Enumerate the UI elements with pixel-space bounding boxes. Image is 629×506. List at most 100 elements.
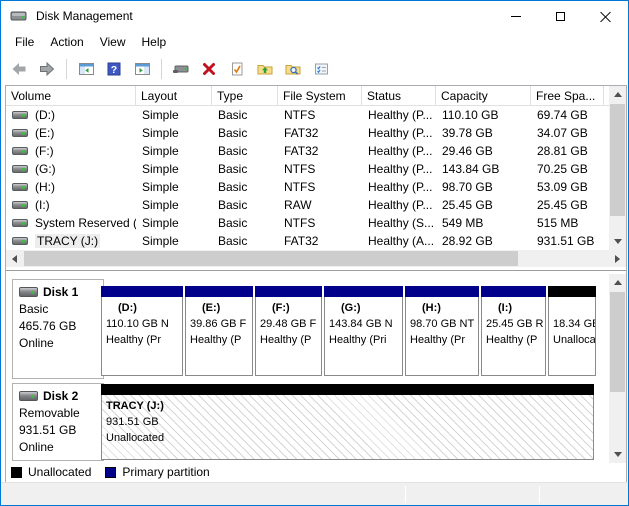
show-console-tree-button[interactable] (74, 57, 98, 81)
mark-partition-active-button[interactable] (225, 57, 249, 81)
partition-status: Healthy (P (190, 332, 252, 348)
scroll-right-arrow[interactable] (609, 250, 626, 267)
disk-type: Basic (19, 301, 99, 318)
partition-blocks: TRACY (J:)931.51 GBUnallocated (101, 383, 594, 461)
minimize-button[interactable] (493, 1, 538, 31)
disk-icon (19, 287, 38, 297)
scroll-down-arrow[interactable] (609, 446, 626, 463)
table-row[interactable]: (I:)SimpleBasicRAWHealthy (P...25.45 GB2… (6, 196, 610, 214)
partition-label: (D:) (106, 300, 182, 316)
cell-type: Basic (212, 178, 278, 196)
scroll-left-arrow[interactable] (6, 250, 23, 267)
scrollbar-thumb[interactable] (24, 251, 518, 266)
cell-status: Healthy (P... (362, 196, 436, 214)
column-header-volume[interactable]: Volume (6, 86, 136, 106)
folder-search-icon (284, 61, 302, 77)
delete-volume-button[interactable] (197, 57, 221, 81)
open-button[interactable] (253, 57, 277, 81)
cell-layout: Simple (136, 232, 212, 250)
partition-block[interactable]: (H:)98.70 GB NTHealthy (Pr (405, 286, 479, 376)
disk-label-panel[interactable]: Disk 1Basic465.76 GBOnline (12, 279, 104, 379)
partition-label: (I:) (486, 300, 545, 316)
disk-label-panel[interactable]: Disk 2Removable931.51 GBOnline (12, 383, 104, 461)
partition-block[interactable]: (D:)110.10 GB NHealthy (Pr (101, 286, 183, 376)
column-header-capacity[interactable]: Capacity (436, 86, 531, 106)
partition-block[interactable]: (F:)29.48 GB FHealthy (P (255, 286, 322, 376)
help-button[interactable]: ? (102, 57, 126, 81)
forward-button[interactable] (35, 57, 59, 81)
close-icon (600, 11, 611, 22)
window-title: Disk Management (36, 9, 133, 23)
explore-button[interactable] (281, 57, 305, 81)
close-button[interactable] (583, 1, 628, 31)
unallocated-block[interactable]: TRACY (J:)931.51 GBUnallocated (101, 384, 594, 460)
cell-volume: (G:) (6, 160, 136, 178)
partition-block[interactable]: (G:)143.84 GB NHealthy (Pri (324, 286, 403, 376)
menu-file[interactable]: File (7, 32, 42, 52)
menu-action[interactable]: Action (42, 32, 91, 52)
cell-capacity: 25.45 GB (436, 196, 531, 214)
properties-list-button[interactable] (309, 57, 333, 81)
partition-size: 143.84 GB N (329, 316, 402, 332)
column-header-status[interactable]: Status (362, 86, 436, 106)
disk-type: Removable (19, 405, 99, 422)
console-tree-icon (78, 61, 95, 77)
partition-body: (E:)39.86 GB FHealthy (P (185, 297, 253, 376)
volume-drive-icon (12, 201, 28, 209)
pane-splitter[interactable] (6, 270, 626, 272)
table-row[interactable]: System Reserved (...SimpleBasicNTFSHealt… (6, 214, 610, 232)
table-row[interactable]: (G:)SimpleBasicNTFSHealthy (P...143.84 G… (6, 160, 610, 178)
menu-help[interactable]: Help (134, 32, 175, 52)
maximize-button[interactable] (538, 1, 583, 31)
rescan-disks-button[interactable] (169, 57, 193, 81)
table-row[interactable]: (E:)SimpleBasicFAT32Healthy (P...39.78 G… (6, 124, 610, 142)
partition-blocks: (D:)110.10 GB NHealthy (Pr(E:)39.86 GB F… (101, 279, 596, 379)
volume-name: TRACY (J:) (35, 234, 100, 248)
volume-list-pane: VolumeLayoutTypeFile SystemStatusCapacit… (6, 86, 626, 250)
back-arrow-icon (10, 61, 28, 77)
volume-list-vertical-scrollbar[interactable] (609, 86, 626, 250)
partition-block[interactable]: (E:)39.86 GB FHealthy (P (185, 286, 253, 376)
scroll-up-arrow[interactable] (609, 274, 626, 291)
column-header-free[interactable]: Free Spa... (531, 86, 604, 106)
partition-label: TRACY (J:) (106, 398, 593, 414)
partition-label: (F:) (260, 300, 321, 316)
scroll-up-arrow[interactable] (609, 86, 626, 103)
table-row[interactable]: TRACY (J:)SimpleBasicFAT32Healthy (A...2… (6, 232, 610, 250)
cell-capacity: 98.70 GB (436, 178, 531, 196)
partition-size: 98.70 GB NT (410, 316, 478, 332)
partition-label: (E:) (190, 300, 252, 316)
partition-body: (H:)98.70 GB NTHealthy (Pr (405, 297, 479, 376)
table-row[interactable]: (F:)SimpleBasicFAT32Healthy (P...29.46 G… (6, 142, 610, 160)
cell-fs: NTFS (278, 178, 362, 196)
back-button[interactable] (7, 57, 31, 81)
volume-name: (D:) (35, 108, 55, 122)
cell-fs: NTFS (278, 160, 362, 178)
cell-layout: Simple (136, 106, 212, 124)
column-header-fs[interactable]: File System (278, 86, 362, 106)
unallocated-block[interactable]: 18.34 GBUnallocated (548, 286, 596, 376)
table-row[interactable]: (D:)SimpleBasicNTFSHealthy (P...110.10 G… (6, 106, 610, 124)
volume-name: (E:) (35, 126, 54, 140)
maximize-icon (556, 12, 565, 21)
column-header-type[interactable]: Type (212, 86, 278, 106)
partition-label: (H:) (410, 300, 478, 316)
cell-volume: (H:) (6, 178, 136, 196)
graph-pane-vertical-scrollbar[interactable] (609, 274, 626, 463)
partition-block[interactable]: (I:)25.45 GB RHealthy (P (481, 286, 546, 376)
partition-size: 110.10 GB N (106, 316, 182, 332)
primary-color-bar (405, 286, 479, 297)
menu-view[interactable]: View (92, 32, 134, 52)
horizontal-scrollbar[interactable] (6, 250, 626, 267)
table-row[interactable]: (H:)SimpleBasicNTFSHealthy (P...98.70 GB… (6, 178, 610, 196)
cell-volume: (E:) (6, 124, 136, 142)
partition-label: (G:) (329, 300, 402, 316)
disk-status: Online (19, 335, 99, 352)
partition-body: 18.34 GBUnallocated (548, 297, 596, 376)
column-header-layout[interactable]: Layout (136, 86, 212, 106)
scrollbar-thumb[interactable] (610, 292, 625, 392)
svg-text:?: ? (111, 64, 117, 76)
scroll-down-arrow[interactable] (609, 233, 626, 250)
scrollbar-thumb[interactable] (610, 104, 625, 216)
show-action-pane-button[interactable] (130, 57, 154, 81)
